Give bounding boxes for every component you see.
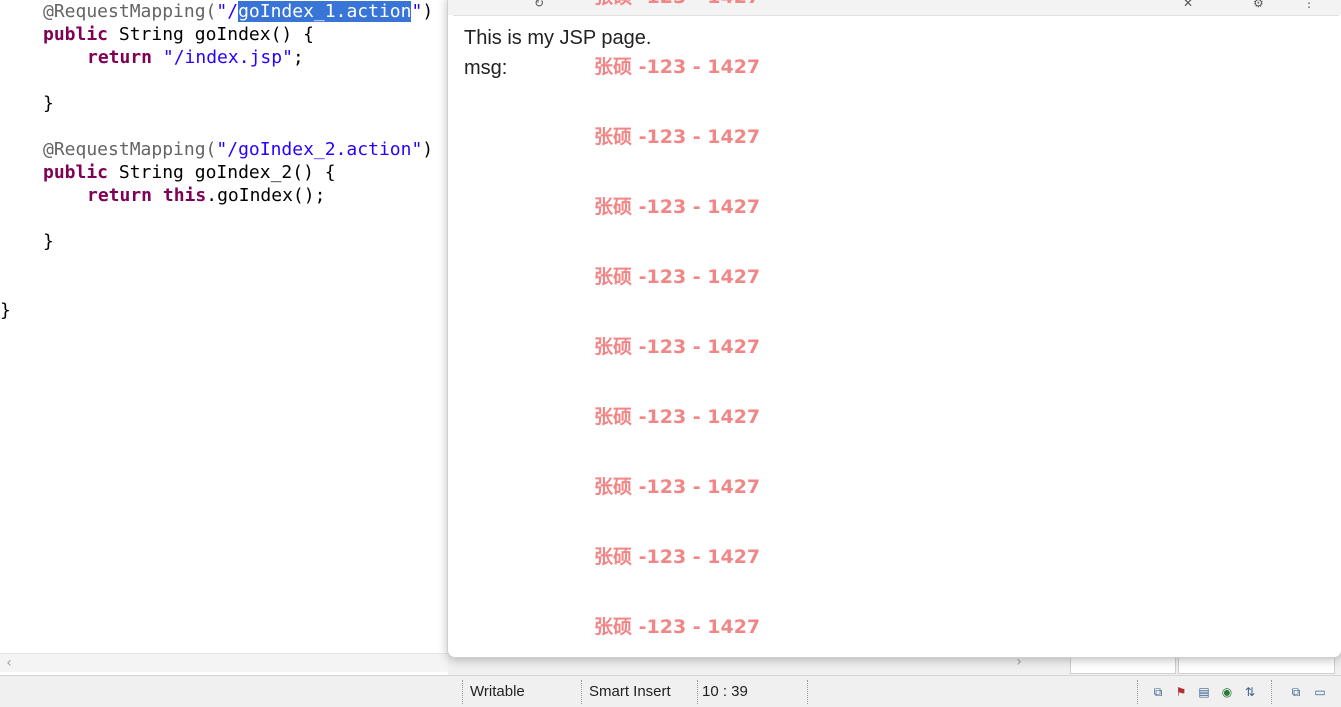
keyword: this bbox=[162, 185, 207, 206]
outline-icon[interactable]: ▤ bbox=[1196, 684, 1212, 700]
insert-mode-status: Smart Insert bbox=[589, 683, 671, 700]
code-line[interactable]: @RequestMapping("/goIndex_2.action") bbox=[43, 138, 433, 161]
paren: ) bbox=[422, 139, 434, 160]
watermark: 张硕 -123 - 1427 bbox=[594, 476, 761, 498]
writable-status: Writable bbox=[470, 683, 525, 700]
refresh-icon[interactable]: ↻ bbox=[534, 0, 544, 9]
watermark: 张硕 -123 - 1427 bbox=[594, 406, 761, 428]
code-text: String goIndex_2() { bbox=[108, 162, 336, 183]
code-line[interactable]: @RequestMapping("/goIndex_1.action") bbox=[43, 0, 433, 23]
keyword: return bbox=[87, 47, 153, 68]
watermark: 张硕 -123 - 1427 bbox=[594, 616, 761, 638]
web-browser-icon[interactable]: ◉ bbox=[1219, 684, 1235, 700]
watermark: 张硕 -123 - 1427 bbox=[594, 56, 761, 78]
ide-window: @RequestMapping("/goIndex_1.action") pub… bbox=[0, 0, 1341, 707]
panel-frame bbox=[1178, 656, 1335, 674]
closing-brace: } bbox=[0, 300, 11, 321]
closing-brace: } bbox=[43, 231, 54, 252]
annotation: @RequestMapping( bbox=[43, 139, 217, 160]
status-bar: Writable Smart Insert 10 : 39 ⧉ ⚑ ▤ ◉ ⇅ … bbox=[0, 675, 1341, 707]
code-line[interactable]: } bbox=[43, 92, 54, 115]
status-divider bbox=[581, 680, 582, 704]
annotation: @RequestMapping( bbox=[43, 1, 217, 22]
code-line[interactable]: } bbox=[43, 230, 54, 253]
status-divider bbox=[1137, 680, 1138, 704]
code-line[interactable]: public String goIndex() { bbox=[43, 23, 314, 46]
settings-icon[interactable]: ⚙ bbox=[1253, 0, 1264, 9]
scroll-left-icon[interactable]: ‹ bbox=[0, 654, 18, 672]
msg-label: msg: bbox=[464, 57, 508, 79]
cursor-position: 10 : 39 bbox=[702, 683, 748, 700]
java-ee-icon[interactable]: ⚑ bbox=[1173, 684, 1189, 700]
code-line[interactable]: return "/index.jsp"; bbox=[87, 46, 304, 69]
close-icon[interactable]: ✕ bbox=[1183, 0, 1193, 9]
status-divider bbox=[807, 680, 808, 704]
watermark: 张硕 -123 - 1427 bbox=[594, 336, 761, 358]
code-text: ; bbox=[292, 47, 304, 68]
watermark: 张硕 -123 - 1427 bbox=[594, 266, 761, 288]
code-text: .goIndex(); bbox=[206, 185, 326, 206]
closing-brace: } bbox=[43, 93, 54, 114]
console-icon[interactable]: ▭ bbox=[1312, 684, 1328, 700]
keyword: public bbox=[43, 162, 109, 183]
menu-icon[interactable]: ⋮ bbox=[1303, 0, 1315, 9]
watermark: 张硕 -123 - 1427 bbox=[594, 0, 760, 8]
status-divider bbox=[1271, 680, 1272, 704]
sync-icon[interactable]: ⇅ bbox=[1242, 684, 1258, 700]
browser-toolbar: ↻ ✕ ⚙ ⋮ bbox=[448, 0, 1341, 15]
browser-content: This is my JSP page. msg: 张硕 -123 - 1427… bbox=[453, 0, 1339, 656]
restore-icon[interactable]: ⧉ bbox=[1288, 684, 1304, 700]
selected-text[interactable]: goIndex_1.action bbox=[238, 1, 412, 22]
status-divider bbox=[462, 680, 463, 704]
panel-frame bbox=[1070, 656, 1176, 674]
keyword: return bbox=[87, 185, 153, 206]
string-literal: "/ bbox=[216, 1, 239, 22]
watermark: 张硕 -123 - 1427 bbox=[594, 196, 761, 218]
string-literal: " bbox=[411, 1, 423, 22]
code-line[interactable]: } bbox=[0, 299, 11, 322]
string-literal: "/goIndex_2.action" bbox=[216, 139, 423, 160]
watermark: 张硕 -123 - 1427 bbox=[594, 126, 761, 148]
code-editor[interactable]: @RequestMapping("/goIndex_1.action") pub… bbox=[0, 0, 448, 655]
keyword: public bbox=[43, 24, 109, 45]
code-text: String goIndex() { bbox=[108, 24, 314, 45]
watermark: 张硕 -123 - 1427 bbox=[594, 546, 761, 568]
page-title: This is my JSP page. bbox=[464, 27, 652, 49]
code-line[interactable]: public String goIndex_2() { bbox=[43, 161, 336, 184]
horizontal-scrollbar[interactable]: ‹ bbox=[0, 653, 448, 672]
paren: ) bbox=[422, 1, 434, 22]
status-divider bbox=[697, 680, 698, 704]
restore-icon[interactable]: ⧉ bbox=[1150, 684, 1166, 700]
string-literal: "/index.jsp" bbox=[162, 47, 293, 68]
code-line[interactable]: return this.goIndex(); bbox=[87, 184, 325, 207]
browser-window[interactable]: ↻ ✕ ⚙ ⋮ This is my JSP page. msg: 张硕 -12… bbox=[447, 0, 1341, 658]
